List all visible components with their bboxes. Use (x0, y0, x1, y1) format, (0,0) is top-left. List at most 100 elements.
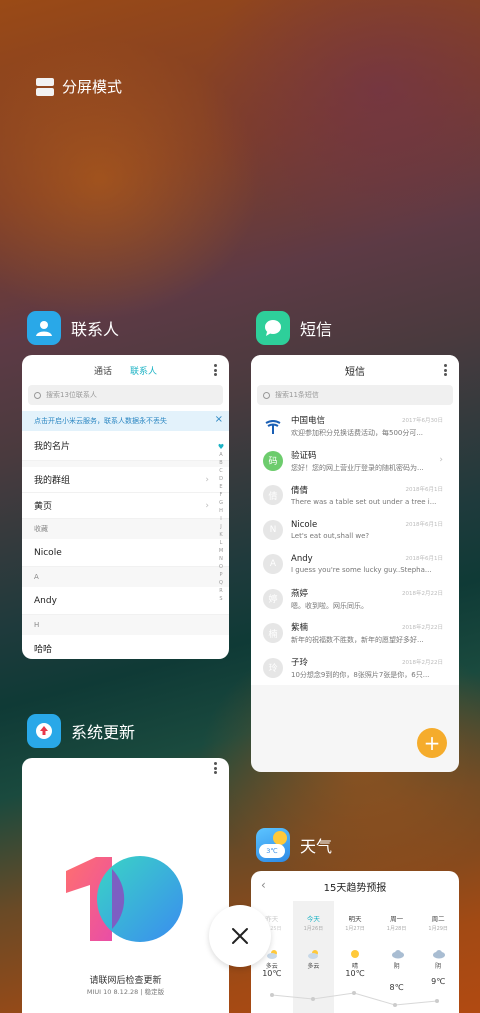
weather-app-name: 天气 (300, 837, 333, 856)
cloud-banner-text: 点击开启小米云服务，联系人数据永不丢失 (34, 417, 167, 425)
alpha-index-letter[interactable]: E (219, 483, 222, 491)
alpha-index-letter[interactable]: C (219, 467, 223, 475)
tab-calls[interactable]: 通话 (94, 364, 112, 377)
sms-list-item[interactable]: A Andy I guess you're some lucky guy..Step… (251, 547, 459, 582)
sms-list-item[interactable]: 码验证码 您好！您的网上营业厅登录的随机密码为... › (251, 444, 459, 479)
check-update-text: 请联网后检查更新 (89, 976, 162, 986)
updater-card[interactable]: 请联网后检查更新 MIUI 10 8.12.28 | 稳定版 (22, 758, 229, 1013)
forecast-day-label: 今天 (306, 915, 320, 923)
sms-list-item[interactable]: 倩倩倩 There was a table set out under a tre… (251, 478, 459, 513)
sms-search-placeholder: 搜索11条短信 (275, 391, 319, 399)
alpha-index-letter[interactable]: O (219, 563, 223, 571)
partly-cloudy-icon (266, 949, 277, 959)
sms-list-item[interactable]: N Nicole Let's eat out,shall we? 2018年6月1日 (251, 513, 459, 548)
sms-date: 2018年2月22日 (402, 625, 443, 631)
sms-app-icon (256, 311, 290, 345)
weather-title-bar: ‹ 15天趋势预报 (251, 871, 459, 901)
sms-date: 2018年6月1日 (405, 556, 444, 562)
list-item[interactable]: Andy (22, 587, 229, 615)
alpha-index-letter[interactable]: H (219, 507, 223, 515)
partly-cloudy-icon (308, 949, 319, 959)
sms-list: 中国电信 欢迎参加积分兑换话费活动，每500分可... 2017年6月30日码验证码… (251, 409, 459, 685)
alpha-index-letter[interactable]: P (219, 571, 222, 579)
sms-card[interactable]: 短信 搜索11条短信 中国电信 欢迎参加积分兑换话费活动，每500分可... 201… (251, 355, 459, 772)
sms-avatar (263, 416, 283, 437)
alpha-index-letter[interactable]: Q (219, 579, 223, 587)
search-icon (34, 391, 41, 399)
tab-contacts[interactable]: 联系人 (130, 364, 157, 377)
sms-preview: There was a table set out under a tree i… (291, 498, 437, 507)
split-screen-label: 分屏模式 (62, 78, 123, 96)
list-item[interactable]: Nicole (22, 539, 229, 567)
alpha-index-letter[interactable]: G (219, 499, 223, 507)
alpha-index-letter[interactable]: D (219, 475, 223, 483)
alpha-index-letter[interactable]: M (219, 547, 223, 555)
china-telecom-logo-icon (265, 420, 281, 435)
sun-icon (273, 831, 287, 845)
more-menu-icon[interactable] (214, 762, 217, 774)
forecast-day-label: 周二 (431, 915, 445, 923)
section-h: H (22, 615, 229, 635)
weather-card[interactable]: ‹ 15天趋势预报 昨天 1月25日 多云 10℃ 今天 1月26日 多云 明天 1月27日晴 1… (251, 871, 459, 1013)
sms-preview: 新年的祝福数不胜数，新年的愿望好多好... (291, 636, 424, 645)
forecast-temperature: 10℃ (262, 969, 282, 978)
forecast-day-label: 明天 (348, 915, 362, 923)
sms-preview: 嗯。收到啦。网乐同乐。 (291, 601, 368, 610)
forecast-date: 1月29日 (428, 926, 448, 932)
contacts-app-header[interactable]: 联系人 (27, 311, 119, 345)
sms-preview: I guess you're some lucky guy..Stepha... (291, 566, 432, 575)
split-screen-icon (36, 77, 54, 96)
section-favorites: 收藏 (22, 519, 229, 539)
forecast-condition: 多云 (307, 963, 320, 970)
alpha-index-letter[interactable]: F (220, 491, 223, 499)
my-card-label: 我的名片 (34, 442, 71, 452)
alpha-index-letter[interactable]: J (220, 523, 221, 531)
yellow-pages-row[interactable]: 黄页 › (22, 493, 229, 519)
sms-preview: Let's eat out,shall we? (291, 531, 370, 540)
more-menu-icon[interactable] (444, 364, 447, 376)
updater-app-icon (27, 714, 61, 748)
weather-icon-temp: 3℃ (259, 844, 285, 858)
updater-app-header[interactable]: 系统更新 (27, 714, 135, 748)
forecast-condition: 阴 (435, 963, 442, 970)
contacts-tab-bar: 通话 联系人 (22, 355, 229, 385)
sms-list-item[interactable]: 楠紫楠 新年的祝福数不胜数，新年的愿望好多好... 2018年2月22日 (251, 616, 459, 651)
more-menu-icon[interactable] (214, 364, 217, 376)
contacts-search-input[interactable]: 搜索13位联系人 (28, 385, 223, 405)
close-icon[interactable]: × (215, 414, 223, 425)
sms-date: 2018年6月1日 (405, 487, 444, 493)
sms-date: 2018年6月1日 (405, 521, 444, 528)
split-screen-button[interactable]: 分屏模式 (36, 76, 122, 97)
alpha-index-letter[interactable]: S (219, 595, 222, 603)
alphabet-index[interactable]: ♥ ABCDEFGHIJKLMNOPQRS (216, 443, 226, 603)
alpha-index-letter[interactable]: R (219, 587, 222, 595)
cloud-banner[interactable]: 点击开启小米云服务，联系人数据永不丢失 × (22, 411, 229, 431)
sms-avatar: 玲 (263, 657, 283, 678)
alpha-index-letter[interactable]: K (219, 531, 222, 539)
back-arrow-icon[interactable]: ‹ (261, 878, 266, 892)
my-groups-row[interactable]: 我的群组 › (22, 467, 229, 493)
contacts-search-placeholder: 搜索13位联系人 (46, 391, 97, 399)
my-card-row[interactable]: 我的名片 (22, 431, 229, 461)
miui-version: MIUI 10 8.12.28 | 稳定版 (86, 988, 165, 996)
sms-list-item[interactable]: 婷燕婷 嗯。收到啦。网乐同乐。 2018年2月22日 (251, 582, 459, 617)
alpha-index-letter[interactable]: N (219, 555, 223, 563)
compose-button[interactable]: + (417, 728, 447, 758)
weather-app-header[interactable]: 3℃ 天气 (256, 828, 332, 862)
sms-list-item[interactable]: 玲子玲 10分想念9到的你，8张照片7张是你，6只... 2018年2月22日 (251, 651, 459, 686)
alpha-index-letter[interactable]: I (220, 515, 221, 523)
alpha-index-letter[interactable]: L (220, 539, 223, 547)
contacts-card[interactable]: 通话 联系人 搜索13位联系人 点击开启小米云服务，联系人数据永不丢失 × 我的… (22, 355, 229, 659)
sms-search-input[interactable]: 搜索11条短信 (257, 385, 453, 405)
forecast-temperature: 10℃ (345, 969, 365, 978)
alpha-index-letter[interactable]: B (219, 459, 222, 467)
sms-preview: 您好！您的网上营业厅登录的随机密码为... (291, 463, 424, 472)
cloud-icon (391, 949, 404, 959)
sms-list-item[interactable]: 中国电信 欢迎参加积分兑换话费活动，每500分可... 2017年6月30日 (251, 409, 459, 444)
sms-avatar: 婷 (263, 588, 283, 609)
list-item[interactable]: 哈哈 (22, 635, 229, 659)
sms-date: 2017年6月30日 (402, 418, 443, 424)
alpha-index-letter[interactable]: A (219, 451, 222, 459)
sms-app-header[interactable]: 短信 (256, 311, 332, 345)
clear-all-button[interactable] (209, 905, 271, 967)
